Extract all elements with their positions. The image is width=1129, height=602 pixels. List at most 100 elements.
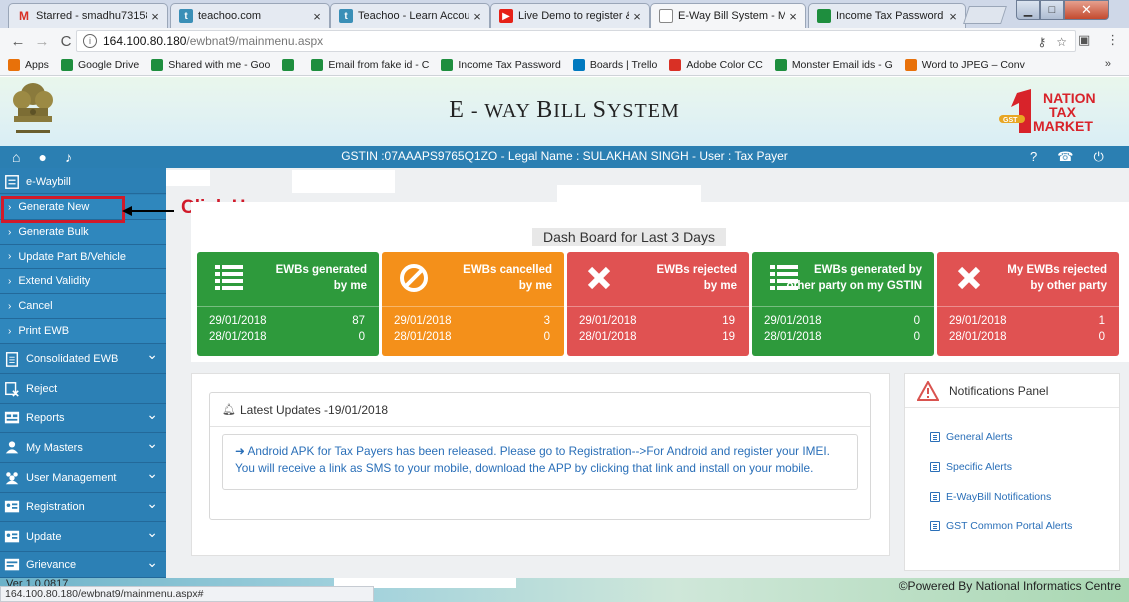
bookmark-label: Apps [25, 58, 49, 71]
browser-tab[interactable]: ▶ Live Demo to register & × [490, 3, 650, 28]
chevron-down-icon: ⌄ [146, 406, 158, 422]
card-title: My EWBs rejected by other party [1007, 262, 1107, 294]
bookmark-item[interactable]: Word to JPEG – Conv [904, 58, 1025, 71]
card-count: 0 [1098, 331, 1105, 343]
sidebar-item-update-part-b-vehicle[interactable]: › Update Part B/Vehicle [0, 245, 166, 269]
blank-block [166, 170, 210, 186]
browser-tab[interactable]: E-Way Bill System - Main× [650, 3, 806, 28]
bookmark-item[interactable]: Boards | Trello [572, 58, 657, 71]
help-icon[interactable]: ? [1030, 149, 1037, 165]
card-title-line: EWBs generated by [814, 264, 922, 276]
back-icon[interactable]: ← [6, 33, 30, 50]
update-message[interactable]: ➜ Android APK for Tax Payers has been re… [222, 434, 858, 490]
card-title-line: other party on my GSTIN [786, 280, 922, 292]
dashboard-card[interactable]: EWBs rejected by me 29/01/2018 19 28/01/2018… [567, 252, 749, 356]
browser-tab[interactable]: M Starred - smadhu73158 × [8, 3, 168, 28]
dashboard-card[interactable]: EWBs cancelled by me 29/01/2018 3 28/01/2018… [382, 252, 564, 356]
tab-close-icon[interactable]: × [785, 9, 801, 24]
consolidated-icon [2, 350, 22, 368]
bookmark-item[interactable]: Adobe Color CC [669, 58, 763, 71]
bookmark-item[interactable]: Email from fake id - C [311, 58, 429, 71]
maximize-button[interactable]: □ [1040, 0, 1064, 20]
new-tab-button[interactable] [963, 6, 1007, 24]
card-divider [382, 306, 564, 307]
tab-close-icon[interactable]: × [469, 9, 485, 24]
url-input[interactable]: i 164.100.80.180/ewbnat9/mainmenu.aspx ⚷… [76, 30, 1076, 52]
key-icon[interactable]: ⚷ [1037, 35, 1046, 49]
sidebar-item-update[interactable]: Update ⌄ [0, 522, 166, 552]
card-row: 28/01/2018 0 [764, 331, 920, 343]
power-icon[interactable]: ⏻ [1093, 149, 1103, 165]
bookmark-item[interactable]: Shared with me - Goo [151, 58, 270, 71]
card-count: 19 [722, 331, 735, 343]
minimize-button[interactable]: ▁ [1016, 0, 1040, 20]
chevron-down-icon: ⌄ [146, 435, 158, 451]
extension-icon[interactable]: ▣ [1078, 32, 1090, 48]
notification-link[interactable]: Specific Alerts [930, 461, 1012, 473]
forward-icon[interactable]: → [30, 33, 54, 50]
close-window-button[interactable]: ✕ [1064, 0, 1109, 20]
bookmark-icon [151, 58, 164, 71]
reload-icon[interactable]: C [54, 33, 78, 50]
browser-tab[interactable]: t Teachoo - Learn Accounti× [330, 3, 490, 28]
bookmarks-more-icon[interactable]: » [1105, 58, 1111, 70]
notification-link[interactable]: GST Common Portal Alerts [930, 520, 1072, 532]
sidebar-item-e-waybill[interactable]: e-Waybill [0, 170, 166, 194]
browser-tab[interactable]: t teachoo.com × [170, 3, 330, 28]
sidebar-item-extend-validity[interactable]: › Extend Validity [0, 269, 166, 294]
updates-header: 🔔︎ Latest Updates -19/01/2018 [210, 393, 870, 427]
sidebar-item-registration[interactable]: Registration ⌄ [0, 493, 166, 522]
blank-block [557, 185, 701, 202]
sidebar-item-user-management[interactable]: User Management ⌄ [0, 463, 166, 493]
sidebar-item-grievance[interactable]: Grievance ⌄ [0, 552, 166, 578]
browser-tab[interactable]: Income Tax Password / A× [808, 3, 966, 28]
address-bar: ← → C i 164.100.80.180/ewbnat9/mainmenu.… [0, 28, 1129, 54]
sidebar-item-cancel[interactable]: › Cancel [0, 294, 166, 319]
sidebar-item-generate-bulk[interactable]: › Generate Bulk [0, 220, 166, 245]
bookmark-item[interactable]: Google Drive [60, 58, 139, 71]
card-title: EWBs cancelled by me [463, 262, 552, 294]
chevron-right-icon: › [8, 300, 12, 312]
sidebar: e-Waybill › Generate New › Generate Bulk › Upd… [0, 168, 166, 578]
dashboard-card[interactable]: EWBs generated by me 29/01/2018 87 28/01/201… [197, 252, 379, 356]
warning-icon [917, 380, 939, 401]
tab-close-icon[interactable]: × [147, 9, 163, 24]
update-icon [2, 528, 22, 546]
tab-close-icon[interactable]: × [309, 9, 325, 24]
card-count: 87 [352, 315, 365, 327]
sidebar-item-print-ewb[interactable]: › Print EWB [0, 319, 166, 344]
card-date: 29/01/2018 [579, 315, 637, 327]
phone-icon[interactable]: ☎ [1057, 149, 1073, 165]
info-icon[interactable]: i [83, 34, 97, 48]
dashboard-card[interactable]: EWBs generated by other party on my GSTIN… [752, 252, 934, 356]
notification-link[interactable]: General Alerts [930, 431, 1013, 443]
users-icon [2, 469, 22, 487]
sidebar-item-label: Extend Validity [18, 275, 91, 287]
card-row: 29/01/2018 87 [209, 315, 365, 327]
tab-title: Starred - smadhu73158 [36, 10, 147, 22]
card-divider [752, 306, 934, 307]
tab-close-icon[interactable]: × [629, 9, 645, 24]
sidebar-item-consolidated-ewb[interactable]: Consolidated EWB ⌄ [0, 344, 166, 374]
bookmark-icon [669, 58, 682, 71]
chevron-right-icon: › [8, 251, 12, 262]
menu-icon[interactable]: ⋮ [1106, 32, 1119, 48]
list-icon [930, 492, 940, 502]
card-count: 3 [543, 315, 550, 327]
bookmark-icon [774, 58, 787, 71]
star-icon[interactable]: ☆ [1056, 35, 1067, 49]
sidebar-item-reject[interactable]: Reject [0, 374, 166, 404]
bookmark-item[interactable]: Apps [8, 58, 49, 71]
updates-title: Latest Updates -19/01/2018 [239, 402, 389, 417]
tab-close-icon[interactable]: × [945, 9, 961, 24]
sidebar-item-reports[interactable]: Reports ⌄ [0, 404, 166, 433]
bookmark-item[interactable]: Monster Email ids - G [774, 58, 893, 71]
sidebar-item-label: Reports [26, 412, 65, 424]
bookmark-item[interactable]: Income Tax Password [441, 58, 561, 71]
bookmark-item[interactable] [282, 58, 299, 71]
notification-link[interactable]: E-WayBill Notifications [930, 491, 1051, 503]
dashboard-card[interactable]: My EWBs rejected by other party 29/01/2018… [937, 252, 1119, 356]
card-divider [567, 306, 749, 307]
gstin-bar: ⌂ ● ♪ GSTIN :07AAAPS9765Q1ZO - Legal Nam… [0, 146, 1129, 168]
sidebar-item-my-masters[interactable]: My Masters ⌄ [0, 433, 166, 463]
